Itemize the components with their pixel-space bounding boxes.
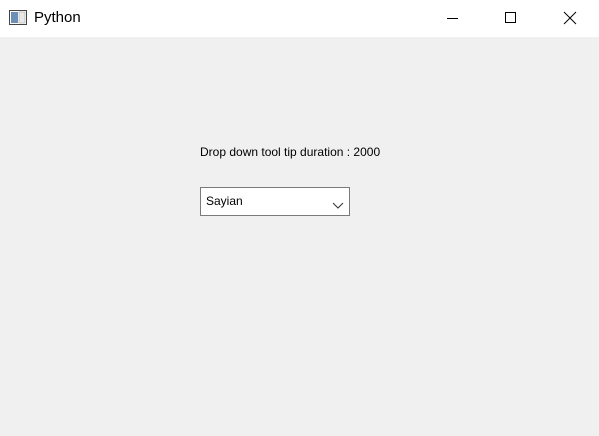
app-window-icon <box>9 10 27 25</box>
minimize-icon <box>447 18 458 19</box>
chevron-down-icon[interactable] <box>332 197 344 209</box>
client-area: Drop down tool tip duration : 2000 Sayia… <box>0 37 599 436</box>
minimize-button[interactable] <box>424 0 482 37</box>
window-title: Python <box>34 9 81 26</box>
maximize-button[interactable] <box>482 0 540 37</box>
close-icon <box>563 11 577 25</box>
tooltip-duration-label: Drop down tool tip duration : 2000 <box>200 145 381 159</box>
close-button[interactable] <box>541 0 599 37</box>
maximize-icon <box>505 12 516 23</box>
title-bar[interactable]: Python <box>0 0 599 37</box>
app-window: Python Drop down tool tip duration : 200… <box>0 0 599 436</box>
dropdown-combo-box[interactable]: Sayian <box>200 187 350 216</box>
combo-selected-value: Sayian <box>206 194 243 208</box>
